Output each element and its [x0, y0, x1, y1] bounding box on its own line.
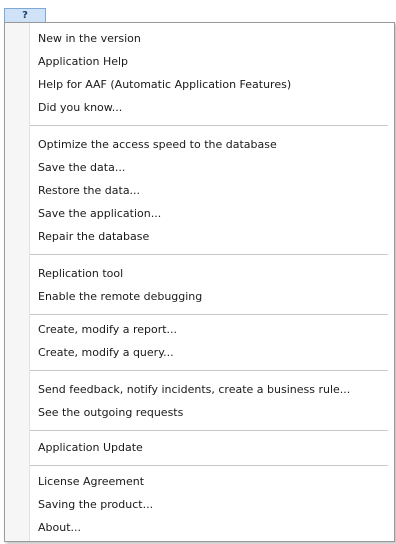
menu-item-license-agreement[interactable]: License Agreement — [30, 471, 392, 493]
menu-separator — [30, 430, 388, 432]
menu-item-did-you-know[interactable]: Did you know... — [30, 97, 392, 119]
menu-item-saving-product[interactable]: Saving the product... — [30, 494, 392, 516]
menu-item-remote-debugging[interactable]: Enable the remote debugging — [30, 286, 392, 308]
menu-separator — [30, 125, 388, 127]
help-menu-tab[interactable]: ? — [4, 8, 46, 23]
menu-item-save-data[interactable]: Save the data... — [30, 157, 392, 179]
menu-separator — [30, 254, 388, 256]
menu-separator — [30, 370, 388, 372]
menu-item-save-application[interactable]: Save the application... — [30, 203, 392, 225]
menu-item-outgoing-requests[interactable]: See the outgoing requests — [30, 402, 392, 424]
menu-item-repair-database[interactable]: Repair the database — [30, 226, 392, 248]
menu-item-replication-tool[interactable]: Replication tool — [30, 263, 392, 285]
menu-item-help-aaf[interactable]: Help for AAF (Automatic Application Feat… — [30, 74, 392, 96]
menu-item-new-in-version[interactable]: New in the version — [30, 28, 392, 50]
menu-item-create-query[interactable]: Create, modify a query... — [30, 342, 392, 364]
menu-separator — [30, 314, 388, 316]
menu-item-about[interactable]: About... — [30, 517, 392, 539]
menu-item-optimize-access[interactable]: Optimize the access speed to the databas… — [30, 134, 392, 156]
menu-icon-gutter — [5, 23, 30, 541]
help-dropdown-menu: New in the version Application Help Help… — [4, 22, 395, 542]
menu-item-application-update[interactable]: Application Update — [30, 437, 392, 459]
menu-item-create-report[interactable]: Create, modify a report... — [30, 319, 392, 341]
menu-item-restore-data[interactable]: Restore the data... — [30, 180, 392, 202]
menu-item-application-help[interactable]: Application Help — [30, 51, 392, 73]
menu-item-send-feedback[interactable]: Send feedback, notify incidents, create … — [30, 379, 392, 401]
menu-separator — [30, 465, 388, 467]
